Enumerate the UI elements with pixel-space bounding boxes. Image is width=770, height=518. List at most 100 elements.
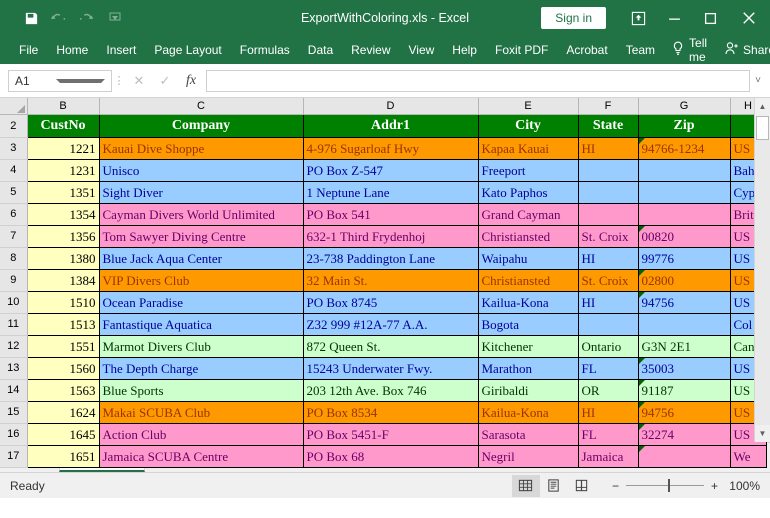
- cell-custno[interactable]: 1563: [27, 379, 100, 402]
- cell-zip[interactable]: 32274: [638, 423, 731, 446]
- cell-state[interactable]: [578, 203, 639, 226]
- zoom-in-button[interactable]: +: [711, 479, 718, 493]
- save-icon[interactable]: [18, 5, 44, 31]
- cell-addr1[interactable]: PO Box 5451-F: [303, 423, 479, 446]
- cell-zip[interactable]: [638, 181, 731, 204]
- cell-company[interactable]: Jamaica SCUBA Centre: [99, 445, 304, 468]
- cell-city[interactable]: Kitchener: [478, 335, 579, 358]
- row-header-16[interactable]: 16: [0, 423, 28, 446]
- cell-custno[interactable]: 1384: [27, 269, 100, 292]
- cell-state[interactable]: HI: [578, 137, 639, 160]
- ribbon-tab-insert[interactable]: Insert: [97, 39, 145, 61]
- cell-zip[interactable]: 94756: [638, 291, 731, 314]
- vertical-scroll-track[interactable]: [754, 140, 770, 425]
- column-header-b[interactable]: B: [27, 98, 100, 115]
- maximize-button[interactable]: [692, 0, 728, 36]
- cell-state[interactable]: [578, 181, 639, 204]
- header-cell-addr1[interactable]: Addr1: [303, 114, 479, 138]
- ribbon-tab-view[interactable]: View: [400, 39, 444, 61]
- ribbon-display-options-icon[interactable]: [620, 0, 656, 36]
- cell-addr1[interactable]: 32 Main St.: [303, 269, 479, 292]
- row-header-2[interactable]: 2: [0, 114, 28, 138]
- ribbon-tab-formulas[interactable]: Formulas: [231, 39, 299, 61]
- cell-custno[interactable]: 1231: [27, 159, 100, 182]
- cell-addr1[interactable]: PO Box 68: [303, 445, 479, 468]
- cell-zip[interactable]: 99776: [638, 247, 731, 270]
- cell-company[interactable]: Marmot Divers Club: [99, 335, 304, 358]
- cell-zip[interactable]: 94766-1234: [638, 137, 731, 160]
- ribbon-tab-file[interactable]: File: [10, 39, 47, 61]
- cell-custno[interactable]: 1624: [27, 401, 100, 424]
- cell-zip[interactable]: 00820: [638, 225, 731, 248]
- formula-input[interactable]: [206, 69, 750, 92]
- cell-city[interactable]: Kato Paphos: [478, 181, 579, 204]
- cell-city[interactable]: Kailua-Kona: [478, 401, 579, 424]
- cell-city[interactable]: Waipahu: [478, 247, 579, 270]
- cell-zip[interactable]: 02800: [638, 269, 731, 292]
- cell-state[interactable]: Jamaica: [578, 445, 639, 468]
- row-header-13[interactable]: 13: [0, 357, 28, 380]
- column-header-g[interactable]: G: [638, 98, 731, 115]
- header-cell-zip[interactable]: Zip: [638, 114, 731, 138]
- name-box-chevron-down-icon[interactable]: [56, 78, 105, 83]
- cell-company[interactable]: VIP Divers Club: [99, 269, 304, 292]
- cell-addr1[interactable]: 4-976 Sugarloaf Hwy: [303, 137, 479, 160]
- insert-function-icon[interactable]: fx: [178, 69, 204, 93]
- row-header-5[interactable]: 5: [0, 181, 28, 204]
- row-header-8[interactable]: 8: [0, 247, 28, 270]
- cell-addr1[interactable]: 23-738 Paddington Lane: [303, 247, 479, 270]
- cell-company[interactable]: Fantastique Aquatica: [99, 313, 304, 336]
- cell-city[interactable]: Sarasota: [478, 423, 579, 446]
- cell-city[interactable]: Marathon: [478, 357, 579, 380]
- column-header-d[interactable]: D: [303, 98, 479, 115]
- row-header-14[interactable]: 14: [0, 379, 28, 402]
- cell-state[interactable]: HI: [578, 291, 639, 314]
- cell-custno[interactable]: 1651: [27, 445, 100, 468]
- row-header-10[interactable]: 10: [0, 291, 28, 314]
- cell-company[interactable]: Tom Sawyer Diving Centre: [99, 225, 304, 248]
- header-cell-custno[interactable]: CustNo: [27, 114, 100, 138]
- tell-me-button[interactable]: Tell me: [664, 36, 715, 64]
- zoom-control[interactable]: − +: [612, 479, 718, 493]
- cell-zip[interactable]: [638, 159, 731, 182]
- row-header-7[interactable]: 7: [0, 225, 28, 248]
- cell-company[interactable]: Action Club: [99, 423, 304, 446]
- view-normal-icon[interactable]: [511, 474, 540, 497]
- cell-company[interactable]: Ocean Paradise: [99, 291, 304, 314]
- column-header-e[interactable]: E: [478, 98, 579, 115]
- cell-company[interactable]: Makai SCUBA Club: [99, 401, 304, 424]
- cell-company[interactable]: Cayman Divers World Unlimited: [99, 203, 304, 226]
- cell-city[interactable]: Kailua-Kona: [478, 291, 579, 314]
- cell-company[interactable]: Blue Sports: [99, 379, 304, 402]
- vertical-scrollbar[interactable]: ▲ ▼: [754, 98, 770, 442]
- sign-in-button[interactable]: Sign in: [541, 7, 606, 29]
- cell-city[interactable]: Kapaa Kauai: [478, 137, 579, 160]
- cell-state[interactable]: FL: [578, 423, 639, 446]
- cell-custno[interactable]: 1510: [27, 291, 100, 314]
- cell-addr1[interactable]: PO Box Z-547: [303, 159, 479, 182]
- customize-qat-icon[interactable]: [102, 5, 128, 31]
- ribbon-tab-team[interactable]: Team: [617, 39, 664, 61]
- cell-addr1[interactable]: Z32 999 #12A-77 A.A.: [303, 313, 479, 336]
- cell-addr1[interactable]: PO Box 8745: [303, 291, 479, 314]
- row-header-17[interactable]: 17: [0, 445, 28, 468]
- cell-custno[interactable]: 1513: [27, 313, 100, 336]
- cell-country[interactable]: We: [730, 445, 767, 468]
- zoom-slider-handle[interactable]: [667, 479, 670, 492]
- scroll-up-icon[interactable]: ▲: [754, 98, 770, 115]
- cell-custno[interactable]: 1356: [27, 225, 100, 248]
- cell-zip[interactable]: [638, 445, 731, 468]
- cell-company[interactable]: Blue Jack Aqua Center: [99, 247, 304, 270]
- ribbon-tab-review[interactable]: Review: [342, 39, 399, 61]
- cell-addr1[interactable]: 872 Queen St.: [303, 335, 479, 358]
- cell-addr1[interactable]: PO Box 541: [303, 203, 479, 226]
- cell-company[interactable]: The Depth Charge: [99, 357, 304, 380]
- cell-zip[interactable]: 91187: [638, 379, 731, 402]
- row-header-4[interactable]: 4: [0, 159, 28, 182]
- cell-state[interactable]: [578, 159, 639, 182]
- view-page-layout-icon[interactable]: [540, 475, 568, 497]
- share-button[interactable]: Share: [719, 41, 770, 59]
- row-header-15[interactable]: 15: [0, 401, 28, 424]
- cell-zip[interactable]: 94756: [638, 401, 731, 424]
- ribbon-tab-page-layout[interactable]: Page Layout: [145, 39, 230, 61]
